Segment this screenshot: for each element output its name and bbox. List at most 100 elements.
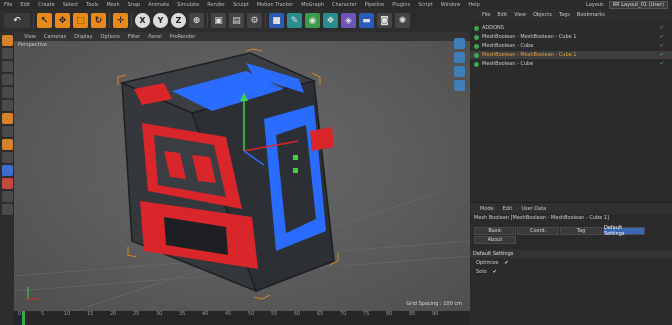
object-row-selected[interactable]: MeshBoolean - MeshBoolean - Cube 1 ✔ <box>470 51 672 59</box>
texture-mode-icon[interactable] <box>1 61 13 72</box>
object-row[interactable]: MeshBoolean - Cube ✔ <box>470 42 672 50</box>
cloner-icon[interactable]: ❖ <box>323 13 338 28</box>
floor-icon[interactable]: ▬ <box>359 13 374 28</box>
render-view-icon[interactable]: ▣ <box>211 13 226 28</box>
render-settings-icon[interactable]: ⚙ <box>247 13 262 28</box>
pen-spline-icon[interactable]: ✎ <box>287 13 302 28</box>
menu-window[interactable]: Window <box>437 2 465 8</box>
visibility-check-icon[interactable]: ✔ <box>660 52 664 58</box>
undo-icon[interactable]: ↶ <box>4 13 30 28</box>
attributes-manager: Mesh Boolean [MeshBoolean - MeshBoolean … <box>470 214 672 325</box>
z-axis-button[interactable]: Z <box>171 13 186 28</box>
menu-mesh[interactable]: Mesh <box>102 2 123 8</box>
visibility-check-icon[interactable]: ✔ <box>660 43 664 49</box>
workplane-icon[interactable] <box>1 152 13 163</box>
select-tool-icon[interactable]: ↖ <box>37 13 52 28</box>
menu-pipeline[interactable]: Pipeline <box>361 2 389 8</box>
subdivision-icon[interactable]: ◉ <box>305 13 320 28</box>
render-picture-viewer-icon[interactable]: ▤ <box>229 13 244 28</box>
visibility-check-icon[interactable]: ✔ <box>660 25 664 31</box>
om-menu-tags[interactable]: Tags <box>559 12 570 18</box>
tab-default-settings[interactable]: Default Settings <box>603 225 645 237</box>
timeline[interactable]: 0 5 10 15 20 25 30 35 40 45 50 55 60 65 … <box>14 311 470 325</box>
make-editable-icon[interactable] <box>1 35 13 46</box>
y-axis-button[interactable]: Y <box>153 13 168 28</box>
menu-tools[interactable]: Tools <box>82 2 102 8</box>
menu-select[interactable]: Select <box>59 2 82 8</box>
tab-basic[interactable]: Basic <box>474 227 516 235</box>
om-menu-edit[interactable]: Edit <box>497 12 507 18</box>
view-camera-icon[interactable] <box>454 80 465 91</box>
viewport-menu-cameras[interactable]: Cameras <box>44 34 66 40</box>
param-solo[interactable]: Solo ✔ <box>476 269 497 275</box>
scale-tool-icon[interactable]: ⬚ <box>73 13 88 28</box>
move-tool-icon[interactable]: ✥ <box>55 13 70 28</box>
menu-script[interactable]: Script <box>414 2 437 8</box>
points-mode-icon[interactable] <box>1 74 13 85</box>
deformer-icon[interactable]: ◈ <box>341 13 356 28</box>
viewport-menu-prorender[interactable]: ProRender <box>170 34 196 40</box>
attr-menu-user-data[interactable]: User Data <box>521 206 546 212</box>
magnet-icon[interactable] <box>1 204 13 215</box>
grid-icon[interactable] <box>1 191 13 202</box>
menu-animate[interactable]: Animate <box>144 2 173 8</box>
om-menu-bookmarks[interactable]: Bookmarks <box>577 12 605 18</box>
edges-mode-icon[interactable] <box>1 87 13 98</box>
viewport-menu-options[interactable]: Options <box>101 34 120 40</box>
param-optimize[interactable]: Optimize ✔ <box>476 260 509 266</box>
om-menu-objects[interactable]: Objects <box>533 12 552 18</box>
menu-motion-tracker[interactable]: Motion Tracker <box>253 2 298 8</box>
menu-help[interactable]: Help <box>464 2 483 8</box>
menu-snap[interactable]: Snap <box>124 2 145 8</box>
x-axis-button[interactable]: X <box>135 13 150 28</box>
section-header: Default Settings <box>470 250 672 258</box>
3d-viewport[interactable]: Perspective Grid Spacing: 100 cm <box>14 41 470 311</box>
menu-create[interactable]: Create <box>34 2 59 8</box>
lock-icon[interactable] <box>1 178 13 189</box>
toolbar-divider <box>265 13 266 28</box>
attr-menu-edit[interactable]: Edit <box>503 206 513 212</box>
attr-menu-mode[interactable]: Mode <box>480 206 494 212</box>
object-row[interactable]: MeshBoolean - MeshBoolean - Cube 1 ✔ <box>470 33 672 41</box>
light-icon[interactable]: ✺ <box>395 13 410 28</box>
tab-coord[interactable]: Coord. <box>517 227 559 235</box>
visibility-check-icon[interactable]: ✔ <box>660 34 664 40</box>
rotate-tool-icon[interactable]: ↻ <box>91 13 106 28</box>
tab-about[interactable]: About <box>474 236 516 244</box>
viewport-menu-display[interactable]: Display <box>74 34 92 40</box>
menu-mograph[interactable]: MoGraph <box>297 2 328 8</box>
menu-render[interactable]: Render <box>203 2 229 8</box>
menu-edit[interactable]: Edit <box>16 2 34 8</box>
viewport-menu-panel[interactable]: Panel <box>148 34 162 40</box>
menu-file[interactable]: File <box>0 2 16 8</box>
menu-character[interactable]: Character <box>328 2 361 8</box>
object-row[interactable]: ADDONS ✔ <box>470 24 672 32</box>
solo-checkbox[interactable]: ✔ <box>493 269 497 275</box>
visibility-check-icon[interactable]: ✔ <box>660 61 664 67</box>
coordinate-system-icon[interactable]: ⊕ <box>189 13 204 28</box>
menu-simulate[interactable]: Simulate <box>173 2 203 8</box>
object-row[interactable]: MeshBoolean - Cube ✔ <box>470 60 672 68</box>
om-menu-file[interactable]: File <box>482 12 490 18</box>
transform-tool-icon[interactable]: ✛ <box>113 13 128 28</box>
menu-sculpt[interactable]: Sculpt <box>229 2 253 8</box>
optimize-checkbox[interactable]: ✔ <box>504 260 508 266</box>
tab-tag[interactable]: Tag <box>560 227 602 235</box>
viewport-menu-filter[interactable]: Filter <box>128 34 140 40</box>
layout-dropdown[interactable]: RR Layout_01 (User) <box>608 0 668 9</box>
polygons-mode-icon[interactable] <box>1 100 13 111</box>
solo-icon[interactable] <box>1 165 13 176</box>
cube-icon[interactable]: ■ <box>269 13 284 28</box>
axis-mode-icon[interactable] <box>1 113 13 124</box>
viewport-menu-view[interactable]: View <box>24 34 36 40</box>
timeline-playhead[interactable] <box>22 311 25 325</box>
snap-icon[interactable] <box>1 139 13 150</box>
view-quad-icon[interactable] <box>454 66 465 77</box>
menu-plugins[interactable]: Plugins <box>388 2 414 8</box>
view-single-icon[interactable] <box>454 52 465 63</box>
view-layout-icon[interactable] <box>454 38 465 49</box>
model-mode-icon[interactable] <box>1 48 13 59</box>
camera-icon[interactable]: ◙ <box>377 13 392 28</box>
tweak-mode-icon[interactable] <box>1 126 13 137</box>
om-menu-view[interactable]: View <box>514 12 526 18</box>
